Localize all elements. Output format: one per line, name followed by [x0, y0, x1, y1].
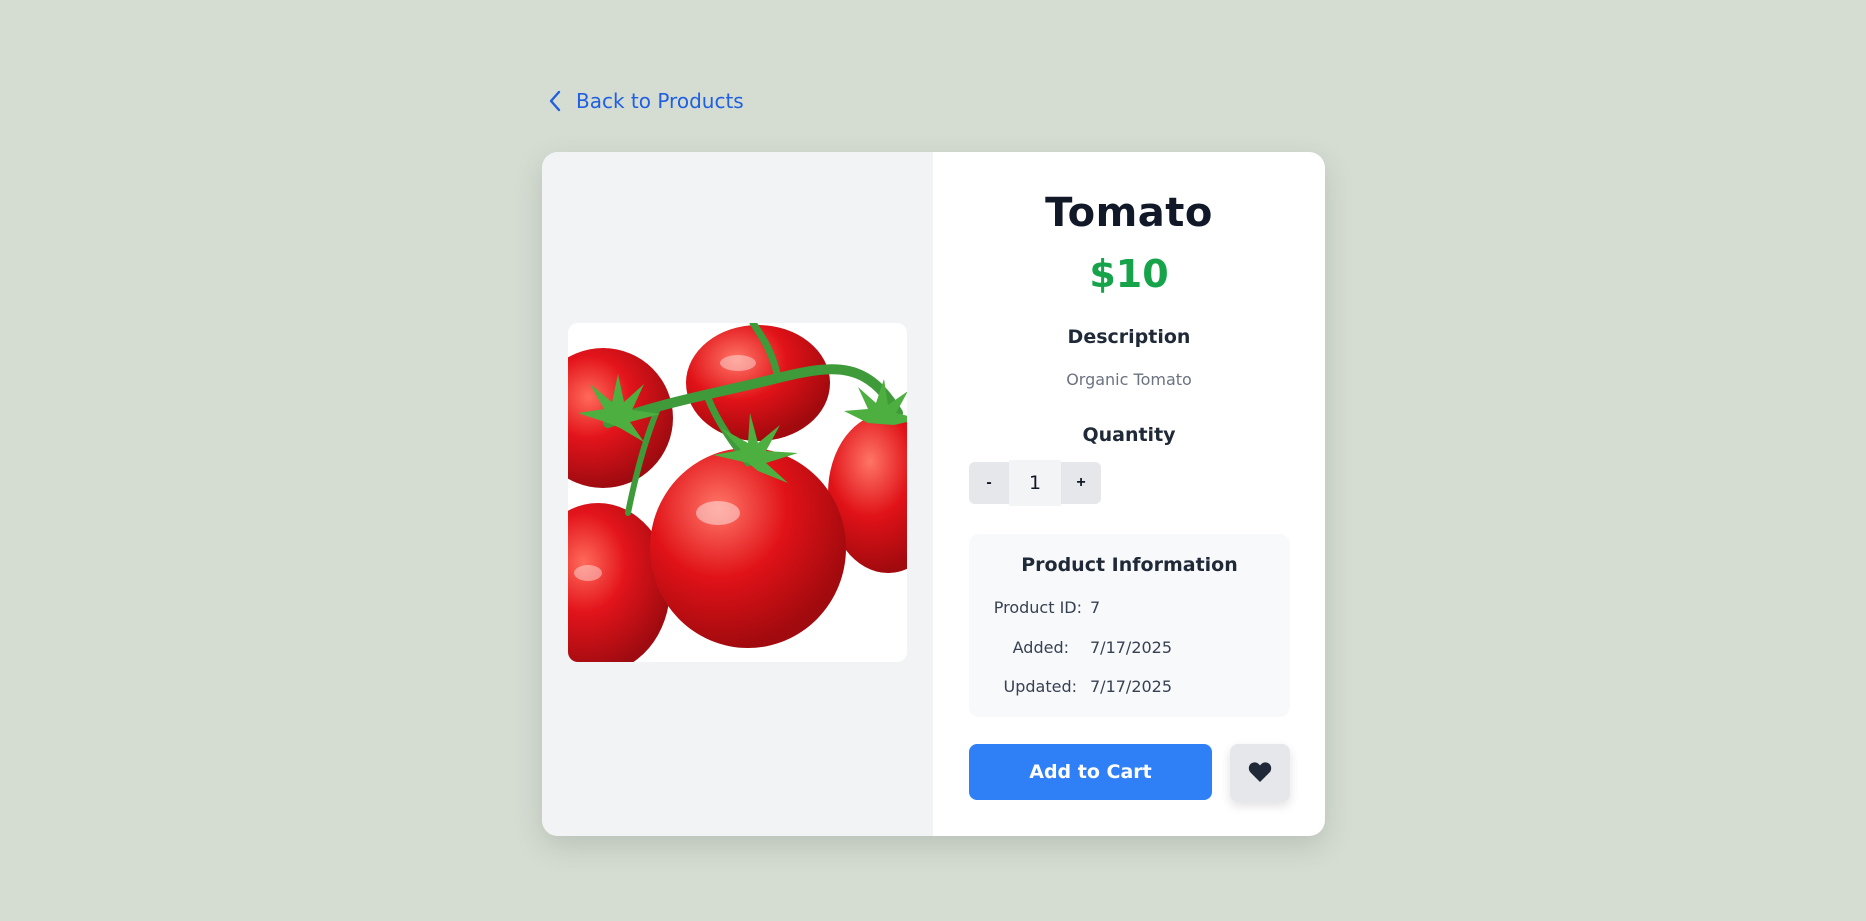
product-details-pane: Tomato $10 Description Organic Tomato Qu…	[933, 152, 1325, 836]
quantity-decrease-button[interactable]: -	[969, 462, 1009, 504]
product-information-box: Product Information Product ID: 7 Added:…	[969, 534, 1290, 717]
add-to-cart-button[interactable]: Add to Cart	[969, 744, 1212, 800]
info-value: 7/17/2025	[1090, 677, 1173, 696]
product-card: Tomato $10 Description Organic Tomato Qu…	[542, 152, 1325, 836]
heart-icon	[1248, 761, 1272, 786]
product-information-heading: Product Information	[1021, 554, 1238, 576]
product-image-pane	[542, 152, 933, 836]
quantity-value[interactable]: 1	[1009, 460, 1061, 506]
back-to-products-link[interactable]: Back to Products	[542, 84, 1325, 118]
info-label: Added:	[1012, 638, 1069, 657]
quantity-heading: Quantity	[1082, 424, 1176, 446]
quantity-increase-button[interactable]: +	[1061, 462, 1101, 504]
product-description: Organic Tomato	[1066, 370, 1192, 389]
favorite-button[interactable]	[1230, 744, 1290, 802]
product-image	[568, 323, 907, 662]
product-detail-page: Back to Products Tomato $10 Description …	[542, 84, 1325, 836]
description-heading: Description	[1067, 326, 1191, 348]
quantity-stepper: - 1 +	[969, 460, 1101, 506]
info-value: 7	[1090, 598, 1101, 617]
chevron-left-icon	[548, 90, 562, 112]
product-title: Tomato	[1045, 190, 1213, 236]
info-value: 7/17/2025	[1090, 638, 1173, 657]
product-price: $10	[1089, 252, 1169, 296]
info-label: Updated:	[1003, 677, 1078, 696]
back-link-label: Back to Products	[576, 89, 744, 113]
info-label: Product ID:	[993, 598, 1082, 617]
